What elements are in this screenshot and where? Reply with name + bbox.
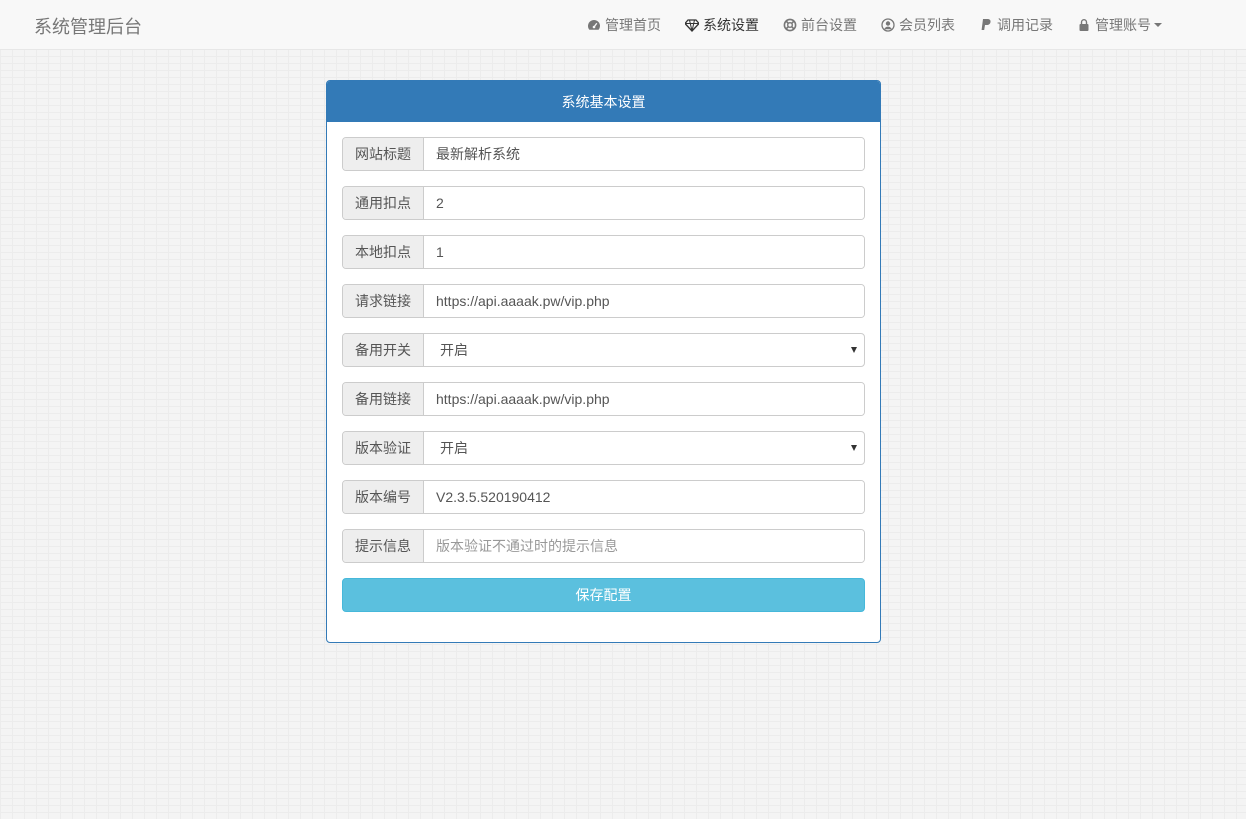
- main-nav: 管理首页 系统设置 前台设置 会员列表 调用记录 管理账号: [575, 0, 1174, 50]
- site-title-input[interactable]: [424, 138, 864, 170]
- dropdown-arrow-icon: [851, 445, 857, 451]
- version-check-value: 开启: [440, 441, 468, 457]
- nav-item-account[interactable]: 管理账号: [1065, 0, 1174, 50]
- paypal-icon: [979, 18, 993, 32]
- brand-title[interactable]: 系统管理后台: [34, 13, 142, 39]
- nav-item-home[interactable]: 管理首页: [575, 0, 673, 50]
- site-title-group: 网站标题: [342, 137, 865, 171]
- top-navbar: 系统管理后台 管理首页 系统设置 前台设置 会员列表 调用记录 管理账号: [0, 0, 1246, 50]
- backup-switch-value: 开启: [440, 343, 468, 359]
- nav-item-logs[interactable]: 调用记录: [967, 0, 1065, 50]
- backup-switch-label: 备用开关: [343, 334, 424, 366]
- settings-panel: 系统基本设置 网站标题 通用扣点 本地扣点 请求链接 备用开关 开启 备用链接: [326, 80, 881, 643]
- version-check-label: 版本验证: [343, 432, 424, 464]
- life-ring-icon: [783, 18, 797, 32]
- common-deduct-input[interactable]: [424, 187, 864, 219]
- backup-url-label: 备用链接: [343, 383, 424, 415]
- request-url-input[interactable]: [424, 285, 864, 317]
- diamond-icon: [685, 18, 699, 32]
- site-title-label: 网站标题: [343, 138, 424, 170]
- version-check-group: 版本验证 开启: [342, 431, 865, 465]
- nav-label-home: 管理首页: [605, 18, 661, 34]
- dropdown-arrow-icon: [851, 347, 857, 353]
- version-number-input[interactable]: [424, 481, 864, 513]
- common-deduct-label: 通用扣点: [343, 187, 424, 219]
- lock-icon: [1077, 18, 1091, 32]
- request-url-label: 请求链接: [343, 285, 424, 317]
- tip-message-label: 提示信息: [343, 530, 424, 562]
- nav-label-account: 管理账号: [1095, 18, 1151, 34]
- settings-form: 网站标题 通用扣点 本地扣点 请求链接 备用开关 开启 备用链接: [327, 122, 880, 612]
- backup-switch-group: 备用开关 开启: [342, 333, 865, 367]
- nav-item-front[interactable]: 前台设置: [771, 0, 869, 50]
- nav-label-logs: 调用记录: [997, 18, 1053, 34]
- request-url-group: 请求链接: [342, 284, 865, 318]
- local-deduct-label: 本地扣点: [343, 236, 424, 268]
- user-circle-icon: [881, 18, 895, 32]
- nav-label-front: 前台设置: [801, 18, 857, 34]
- version-number-label: 版本编号: [343, 481, 424, 513]
- caret-down-icon: [1154, 23, 1162, 27]
- common-deduct-group: 通用扣点: [342, 186, 865, 220]
- nav-item-system[interactable]: 系统设置: [673, 0, 771, 50]
- nav-label-system: 系统设置: [703, 18, 759, 34]
- nav-label-members: 会员列表: [899, 18, 955, 34]
- version-check-select[interactable]: 开启: [424, 432, 864, 464]
- dashboard-icon: [587, 18, 601, 32]
- save-config-button[interactable]: 保存配置: [342, 578, 865, 612]
- nav-item-members[interactable]: 会员列表: [869, 0, 967, 50]
- backup-url-input[interactable]: [424, 383, 864, 415]
- tip-message-group: 提示信息: [342, 529, 865, 563]
- local-deduct-input[interactable]: [424, 236, 864, 268]
- backup-url-group: 备用链接: [342, 382, 865, 416]
- backup-switch-select[interactable]: 开启: [424, 334, 864, 366]
- tip-message-input[interactable]: [424, 530, 864, 562]
- local-deduct-group: 本地扣点: [342, 235, 865, 269]
- version-number-group: 版本编号: [342, 480, 865, 514]
- panel-title: 系统基本设置: [327, 81, 880, 122]
